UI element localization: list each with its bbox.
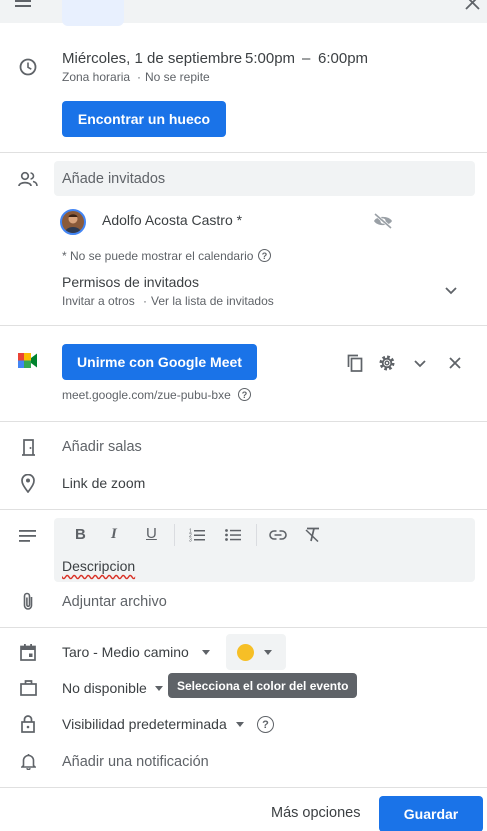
repeat-selector[interactable]: No se repite: [145, 70, 210, 84]
help-icon[interactable]: ?: [257, 716, 274, 733]
more-options-button[interactable]: Más opciones: [271, 805, 360, 821]
event-end-time[interactable]: 6:00pm: [318, 50, 368, 67]
lock-icon: [21, 715, 35, 733]
calendar-note: * No se puede mostrar el calendario: [62, 249, 254, 263]
divider: [0, 509, 487, 510]
attach-file[interactable]: Adjuntar archivo: [62, 594, 167, 610]
remove-meet-icon[interactable]: [449, 357, 461, 369]
location-pin-icon: [21, 474, 35, 493]
numbered-list-icon[interactable]: 123: [189, 528, 205, 542]
gear-icon[interactable]: [378, 354, 396, 372]
meet-link[interactable]: meet.google.com/zue-pubu-bxe: [62, 388, 231, 402]
help-icon[interactable]: ?: [258, 249, 271, 262]
permission-see-guest-list: Ver la lista de invitados: [151, 294, 274, 308]
permission-invite-others: Invitar a otros: [62, 294, 135, 308]
guest-name[interactable]: Adolfo Acosta Castro *: [102, 212, 242, 228]
toolbar-separator: [256, 524, 257, 546]
find-slot-button[interactable]: Encontrar un hueco: [62, 101, 226, 137]
clear-formatting-icon[interactable]: [305, 527, 321, 542]
guest-permissions-title[interactable]: Permisos de invitados: [62, 274, 199, 290]
event-date[interactable]: Miércoles, 1 de septiembre: [62, 50, 242, 67]
italic-button[interactable]: I: [111, 526, 117, 543]
description-content: Descripcion: [62, 558, 136, 574]
calendar-icon: [20, 644, 36, 661]
add-notification[interactable]: Añadir una notificación: [62, 754, 209, 770]
dot-separator: ·: [143, 294, 147, 308]
dot-separator: ·: [137, 70, 141, 84]
menu-icon[interactable]: [15, 0, 31, 8]
clock-icon: [19, 58, 37, 76]
svg-text:3: 3: [189, 538, 192, 543]
visibility-selector[interactable]: Visibilidad predeterminada: [62, 716, 227, 732]
color-tooltip: Selecciona el color del evento: [168, 673, 358, 698]
briefcase-icon: [20, 680, 37, 696]
join-meet-button[interactable]: Unirme con Google Meet: [62, 344, 257, 380]
divider: [0, 627, 487, 628]
add-rooms[interactable]: Añadir salas: [62, 439, 142, 455]
availability-selector[interactable]: No disponible: [62, 680, 147, 696]
visibility-dropdown-caret[interactable]: [236, 722, 244, 727]
toolbar-separator: [174, 524, 175, 546]
calendar-selector[interactable]: Taro - Medio camino: [62, 644, 189, 660]
bulleted-list-icon[interactable]: [225, 528, 241, 542]
door-icon: [21, 439, 36, 456]
title-field-edge[interactable]: [62, 0, 124, 26]
location-field[interactable]: Link de zoom: [62, 475, 145, 491]
description-icon: [19, 530, 36, 542]
chevron-down-icon[interactable]: [445, 287, 457, 295]
event-start-time[interactable]: 5:00pm: [245, 50, 295, 67]
people-icon: [18, 171, 38, 187]
copy-icon[interactable]: [347, 354, 363, 372]
google-meet-icon: [18, 352, 38, 369]
divider: [0, 421, 487, 422]
availability-dropdown-caret[interactable]: [155, 686, 163, 691]
underline-button[interactable]: U: [146, 525, 157, 542]
divider: [0, 787, 487, 788]
link-icon[interactable]: [269, 530, 287, 540]
attachment-icon: [22, 592, 34, 611]
color-dropdown-caret: [264, 650, 272, 655]
save-button[interactable]: Guardar: [379, 796, 483, 831]
bold-button[interactable]: B: [75, 526, 86, 543]
timezone-link[interactable]: Zona horaria: [62, 70, 130, 84]
chevron-down-icon[interactable]: [414, 360, 426, 368]
description-text[interactable]: Descripcion: [62, 558, 135, 574]
color-picker[interactable]: [226, 634, 286, 670]
avatar: [60, 209, 86, 235]
guest-input-placeholder: Añade invitados: [62, 171, 166, 187]
event-color-swatch: [237, 644, 254, 661]
divider: [0, 152, 487, 153]
help-icon[interactable]: ?: [238, 388, 251, 401]
visibility-off-icon[interactable]: [373, 213, 393, 229]
calendar-dropdown-caret[interactable]: [202, 650, 210, 655]
bell-icon: [21, 753, 36, 770]
time-dash: –: [302, 50, 311, 67]
close-icon[interactable]: [465, 0, 480, 10]
divider: [0, 325, 487, 326]
